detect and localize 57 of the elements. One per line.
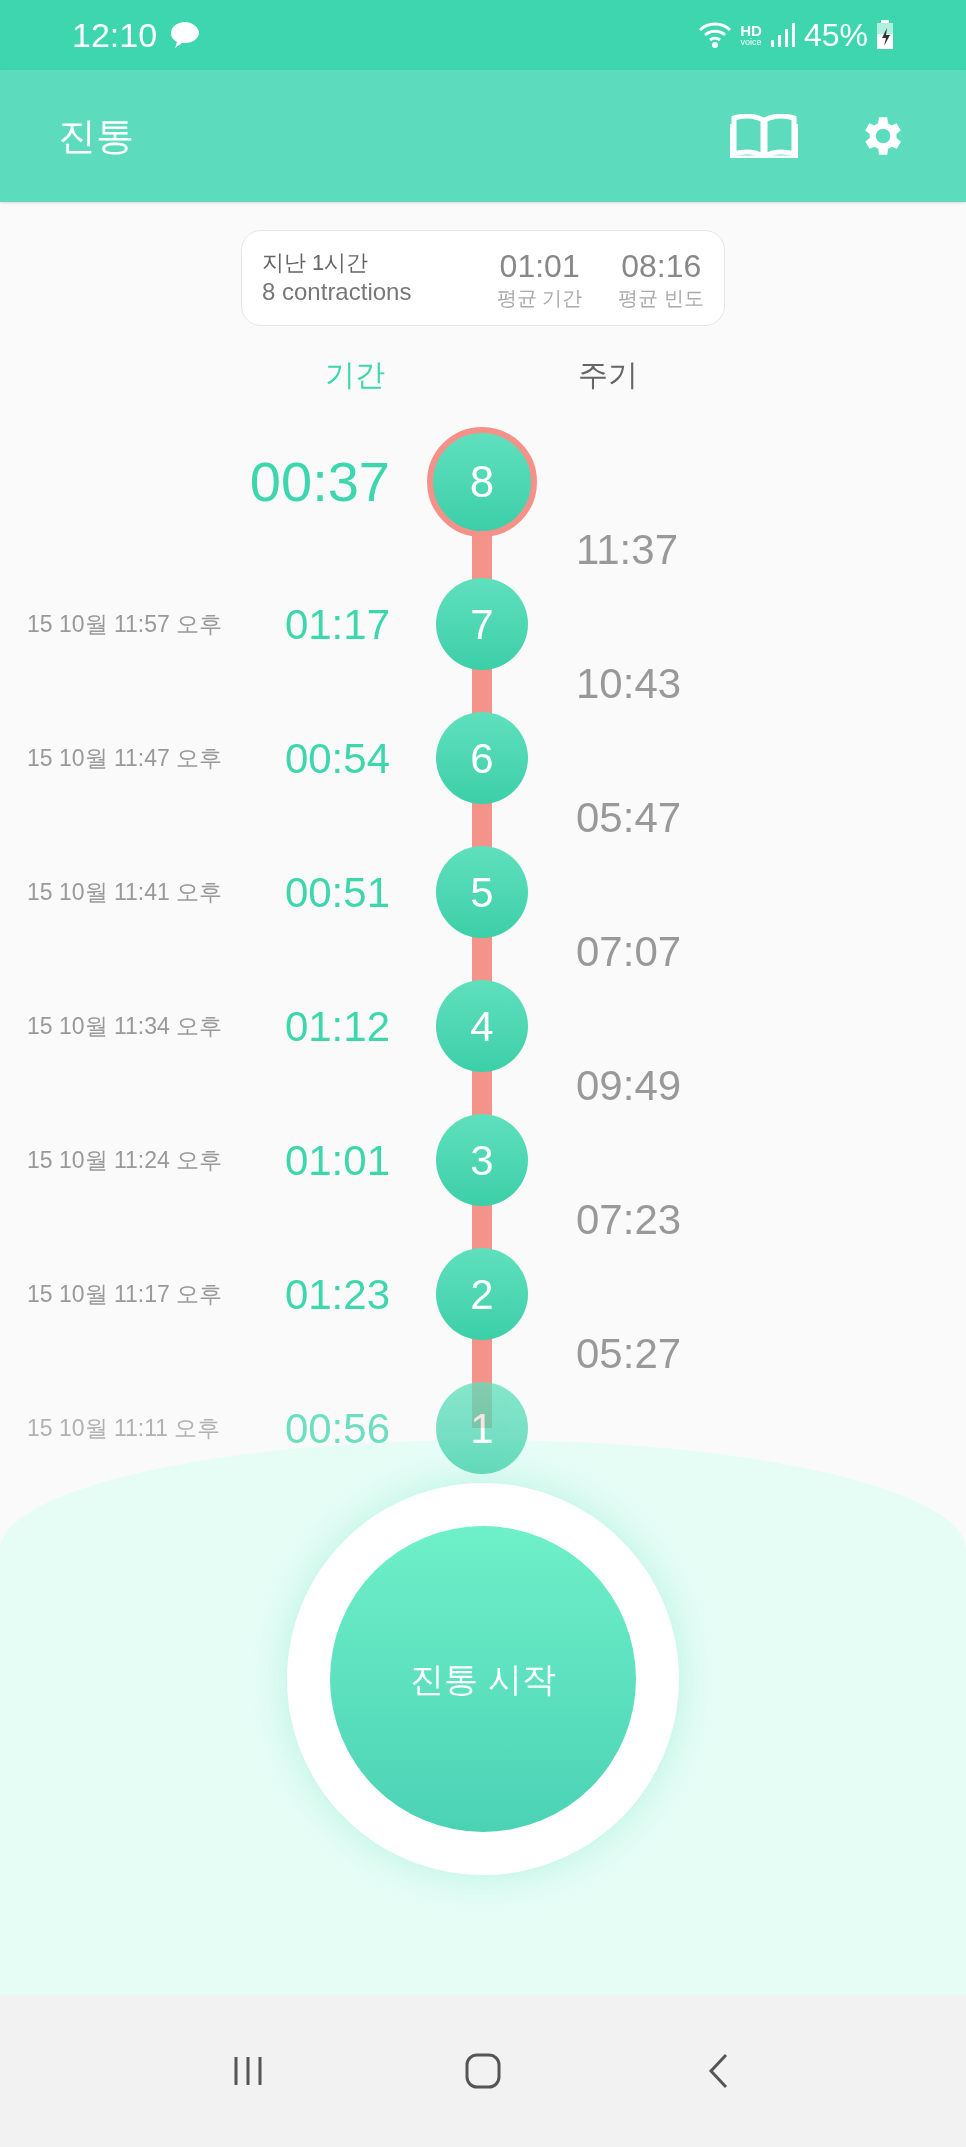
column-header[interactable]: 주기: [578, 352, 638, 402]
contraction-marker[interactable]: 7: [436, 578, 528, 670]
contraction-marker[interactable]: 2: [436, 1248, 528, 1340]
contraction-duration: 00:56: [284, 1403, 390, 1454]
battery-icon: [876, 20, 894, 50]
average-frequency-label: 평균 빈도: [618, 285, 704, 311]
contraction-duration: 01:17: [284, 599, 390, 650]
contraction-date: 15 10월 11:34 오후: [27, 1012, 223, 1039]
contraction-duration: 01:01: [284, 1135, 390, 1186]
average-frequency: 08:16: [621, 246, 702, 286]
contraction-date: 15 10월 11:24 오후: [27, 1146, 223, 1173]
contraction-duration: 00:51: [284, 867, 390, 918]
contraction-count: 8 contractions: [262, 276, 412, 307]
contraction-marker[interactable]: 3: [436, 1114, 528, 1206]
contraction-number: 4: [470, 1001, 494, 1052]
contraction-marker[interactable]: 4: [436, 980, 528, 1072]
battery-percent: 45%: [803, 16, 868, 55]
contraction-interval: 11:37: [576, 526, 678, 573]
chat-icon: [169, 20, 202, 50]
network-label: HD: [740, 23, 762, 38]
contraction-interval: 10:43: [576, 660, 682, 707]
contraction-interval: 05:47: [576, 794, 682, 841]
contraction-duration: 00:54: [284, 733, 390, 784]
contraction-duration: 01:23: [284, 1269, 390, 1320]
contraction-marker[interactable]: 1: [436, 1382, 528, 1474]
contraction-interval: 05:27: [576, 1330, 682, 1377]
signal-icon: [769, 22, 796, 48]
contraction-date: 15 10월 11:57 오후: [27, 610, 223, 637]
wifi-icon: [698, 21, 733, 49]
contraction-number: 5: [470, 867, 494, 918]
contraction-interval: 07:23: [576, 1196, 682, 1243]
contraction-marker[interactable]: 6: [436, 712, 528, 804]
contraction-number: 6: [470, 733, 494, 784]
contraction-marker[interactable]: 5: [436, 846, 528, 938]
average-duration-label: 평균 기간: [496, 285, 583, 311]
home-icon[interactable]: [463, 2051, 503, 2091]
contraction-number: 7: [470, 599, 494, 650]
contraction-duration: 00:37: [249, 449, 390, 515]
contraction-marker[interactable]: 8: [427, 427, 537, 537]
contraction-duration: 01:12: [284, 1001, 390, 1052]
column-header[interactable]: 기간: [325, 352, 385, 402]
average-duration: 01:01: [499, 246, 580, 286]
contraction-number: 3: [470, 1135, 494, 1186]
contraction-number: 8: [469, 456, 495, 508]
contraction-date: 15 10월 11:17 오후: [27, 1280, 223, 1307]
status-time: 12:10: [72, 14, 158, 56]
contraction-interval: 07:07: [576, 928, 682, 975]
contraction-number: 2: [470, 1269, 494, 1320]
contraction-date: 15 10월 11:41 오후: [27, 878, 223, 905]
contraction-interval: 09:49: [576, 1062, 682, 1109]
network-sublabel: voice: [740, 38, 762, 47]
contraction-date: 15 10월 11:11 오후: [27, 1414, 221, 1441]
summary-period: 지난 1시간: [262, 249, 370, 277]
contraction-date: 15 10월 11:47 오후: [27, 744, 223, 771]
contraction-number: 1: [470, 1403, 494, 1454]
start-button[interactable]: 진통 시작: [330, 1526, 636, 1832]
app-title: 진통: [58, 113, 134, 159]
